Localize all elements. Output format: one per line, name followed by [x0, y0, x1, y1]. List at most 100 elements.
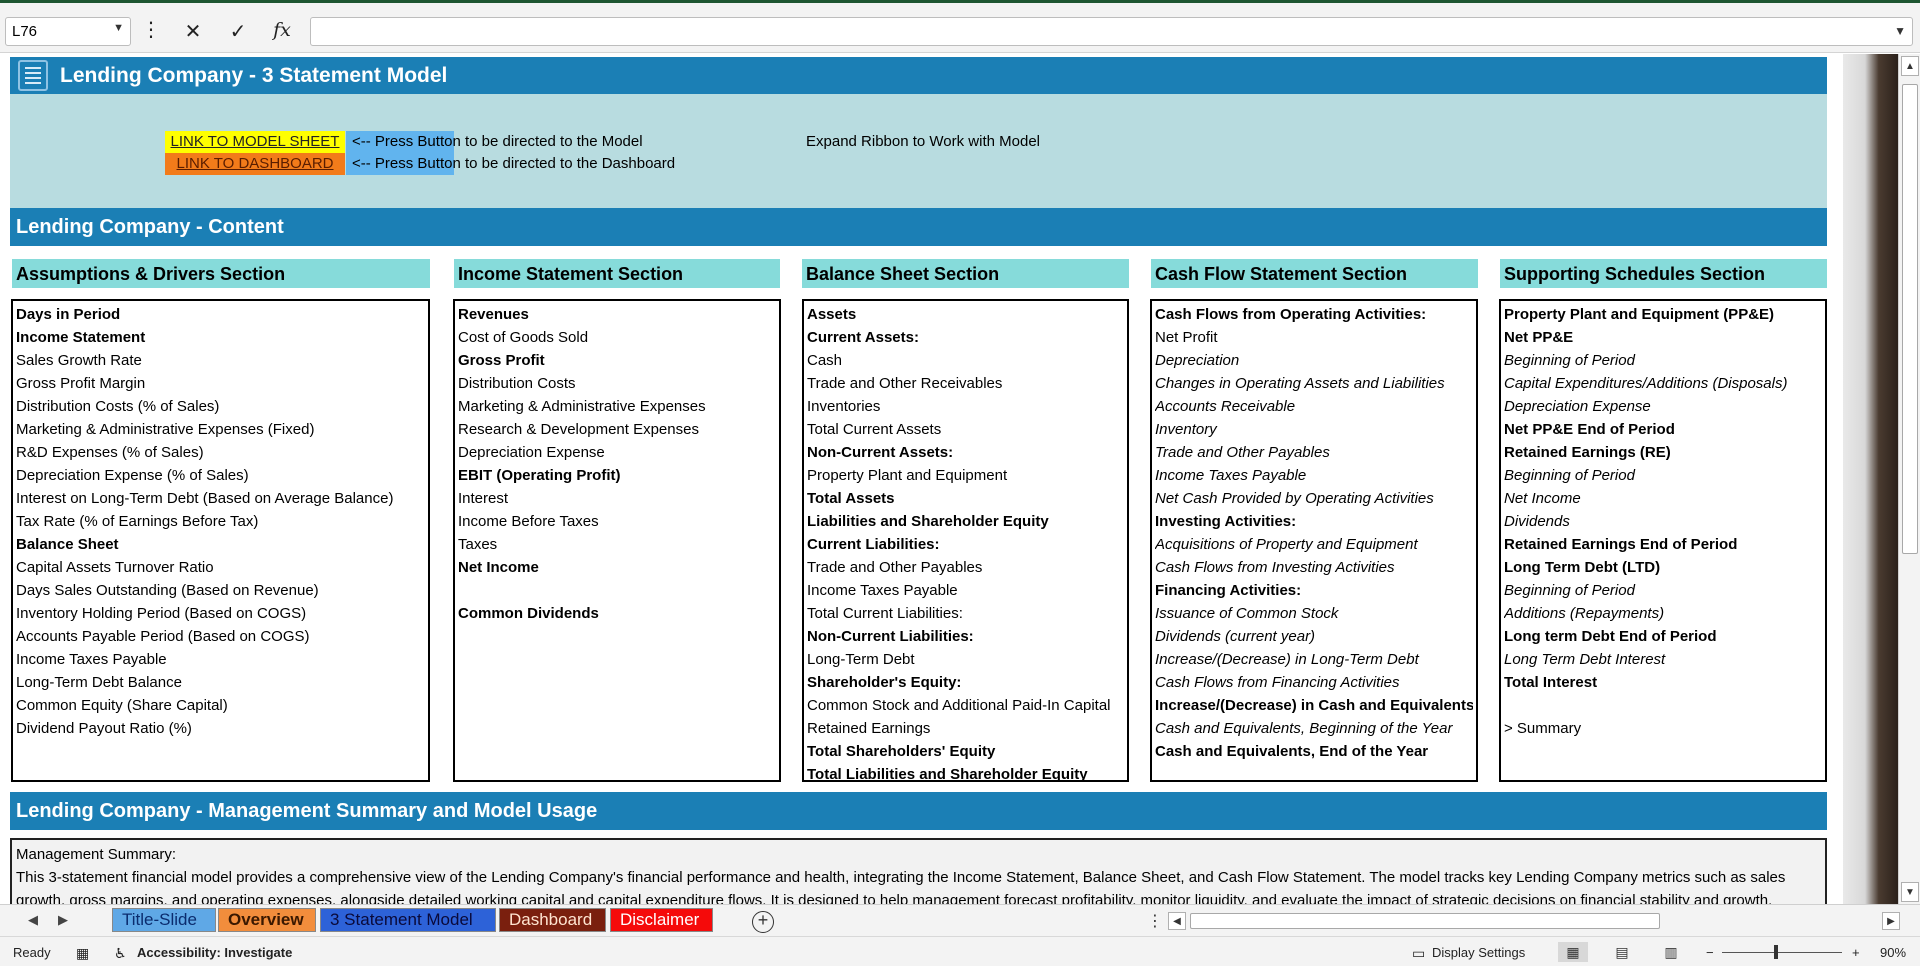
list-item: Accounts Payable Period (Based on COGS): [16, 628, 310, 645]
list-item: Retained Earnings End of Period: [1504, 536, 1738, 553]
horizontal-scroll-thumb[interactable]: [1190, 913, 1660, 929]
more-options-icon[interactable]: ⋮: [138, 17, 164, 42]
list-item: Investing Activities:: [1155, 513, 1297, 530]
list-item: Net Cash Provided by Operating Activitie…: [1155, 490, 1434, 507]
accessibility-icon[interactable]: ♿: [114, 945, 127, 962]
formula-input[interactable]: ▼: [310, 17, 1913, 46]
list-item: Interest: [458, 490, 509, 507]
zoom-slider[interactable]: [1722, 952, 1842, 953]
list-item: Beginning of Period: [1504, 582, 1635, 599]
horizontal-scrollbar[interactable]: ◀ ▶: [1168, 912, 1900, 930]
scroll-down-icon[interactable]: ▼: [1901, 882, 1919, 902]
display-settings-icon[interactable]: ▭: [1412, 945, 1425, 962]
display-settings[interactable]: Display Settings: [1432, 945, 1525, 960]
list-item: > Summary: [1504, 720, 1582, 737]
list-item: Accounts Receivable: [1155, 398, 1296, 415]
list-item: Days in Period: [16, 306, 121, 323]
list-item: Long-Term Debt: [807, 651, 915, 668]
list-item: Liabilities and Shareholder Equity: [807, 513, 1049, 530]
page-layout-icon[interactable]: ▤: [1607, 942, 1637, 962]
vertical-scroll-thumb[interactable]: [1902, 84, 1918, 554]
section-list-balance-sheet: Assets Current Assets: Cash Trade and Other…: [802, 299, 1129, 783]
document-list-icon: [18, 60, 48, 91]
expand-ribbon-note: Expand Ribbon to Work with Model: [806, 133, 1041, 150]
add-sheet-icon[interactable]: +: [752, 911, 774, 933]
zoom-in-button[interactable]: +: [1852, 945, 1860, 960]
normal-view-icon[interactable]: ▦: [1558, 942, 1588, 962]
list-item: EBIT (Operating Profit): [458, 467, 621, 484]
list-item: Net PP&E End of Period: [1504, 421, 1675, 438]
tab-overview[interactable]: Overview: [218, 908, 316, 932]
expand-formula-icon[interactable]: ▼: [1894, 24, 1906, 38]
next-sheet-icon[interactable]: ▶: [58, 912, 68, 928]
tab-3-statement-model[interactable]: 3 Statement Model: [320, 908, 496, 932]
list-item: Current Liabilities:: [807, 536, 940, 553]
scroll-right-icon[interactable]: ▶: [1882, 912, 1900, 930]
list-item: Total Interest: [1504, 674, 1598, 691]
list-item: Additions (Repayments): [1504, 605, 1665, 622]
cancel-icon[interactable]: ✕: [180, 19, 206, 44]
page-break-preview-icon[interactable]: ▥: [1656, 942, 1686, 962]
link-to-model-button[interactable]: LINK TO MODEL SHEET: [165, 131, 345, 153]
tab-title-slide[interactable]: Title-Slide: [112, 908, 216, 932]
section-header-balance-sheet: Balance Sheet Section: [802, 259, 1129, 288]
list-item: Cost of Goods Sold: [458, 329, 589, 346]
list-item: Increase/(Decrease) in Cash and Equivale…: [1155, 697, 1473, 714]
list-item: Interest on Long-Term Debt (Based on Ave…: [16, 490, 394, 507]
list-item: Dividends (current year): [1155, 628, 1316, 645]
list-item: Common Equity (Share Capital): [16, 697, 228, 714]
zoom-slider-handle[interactable]: [1774, 945, 1778, 959]
list-item: Net Income: [1504, 490, 1581, 507]
tab-dashboard[interactable]: Dashboard: [499, 908, 606, 932]
zoom-level[interactable]: 90%: [1880, 945, 1906, 960]
section-list-income-statement: Revenues Cost of Goods Sold Gross Profit Di…: [453, 299, 781, 782]
zoom-out-button[interactable]: −: [1706, 945, 1714, 960]
list-item: Inventory Holding Period (Based on COGS): [16, 605, 307, 622]
list-item: Common Stock and Additional Paid-In Capi…: [807, 697, 1111, 714]
enter-check-icon[interactable]: ✓: [225, 19, 251, 44]
list-item: Beginning of Period: [1504, 467, 1635, 484]
vertical-scrollbar[interactable]: ▲ ▼: [1898, 54, 1920, 904]
list-item: Balance Sheet: [16, 536, 119, 553]
prev-sheet-icon[interactable]: ◀: [28, 912, 38, 928]
macro-record-icon[interactable]: ▦: [76, 945, 89, 962]
list-item: Cash and Equivalents, Beginning of the Y…: [1155, 720, 1453, 737]
list-item: Beginning of Period: [1504, 352, 1635, 369]
list-item: Gross Profit Margin: [16, 375, 146, 392]
list-item: Distribution Costs (% of Sales): [16, 398, 220, 415]
content-title: Lending Company - Content: [16, 216, 284, 238]
insert-function-icon[interactable]: fx: [269, 19, 295, 41]
formula-bar: L76 ▼ ⋮ ✕ ✓ fx ▼: [0, 3, 1920, 53]
section-list-assumptions: Days in Period Income Statement Sales Grow…: [11, 299, 430, 782]
tab-disclaimer[interactable]: Disclaimer: [610, 908, 713, 932]
list-item: Non-Current Liabilities:: [807, 628, 974, 645]
section-list-supporting-schedules: Property Plant and Equipment (PP&E) Net P…: [1499, 299, 1827, 782]
accessibility-status[interactable]: Accessibility: Investigate: [137, 945, 292, 960]
status-ready: Ready: [13, 945, 51, 960]
title-banner: Lending Company - 3 Statement Model: [10, 57, 1827, 94]
list-item: Long Term Debt (LTD): [1504, 559, 1661, 576]
name-box[interactable]: L76 ▼: [5, 17, 131, 46]
worksheet-grid[interactable]: Lending Company - 3 Statement Model LINK…: [0, 54, 1898, 904]
chevron-down-icon[interactable]: ▼: [113, 22, 124, 34]
page-title: Lending Company - 3 Statement Model: [60, 64, 448, 87]
management-summary-text: This 3-statement financial model provide…: [16, 869, 1786, 904]
scroll-up-icon[interactable]: ▲: [1901, 56, 1919, 76]
link-dashboard-hint: <-- Press Button to be directed to the D…: [352, 155, 676, 172]
list-item: Retained Earnings: [807, 720, 931, 737]
list-item: Net Income: [458, 559, 539, 576]
list-item: Changes in Operating Assets and Liabilit…: [1155, 375, 1445, 392]
list-item: [1504, 694, 1822, 717]
list-item: Property Plant and Equipment (PP&E): [1504, 306, 1775, 323]
list-item: Dividend Payout Ratio (%): [16, 720, 192, 737]
scroll-left-icon[interactable]: ◀: [1168, 912, 1186, 930]
list-item: Cash: [807, 352, 843, 369]
list-item: Depreciation: [1155, 352, 1240, 369]
list-item: Net PP&E: [1504, 329, 1574, 346]
section-header-assumptions: Assumptions & Drivers Section: [12, 259, 430, 288]
link-to-dashboard-button[interactable]: LINK TO DASHBOARD: [165, 153, 345, 175]
tab-options-icon[interactable]: ⋮: [1147, 911, 1163, 931]
list-item: Acquisitions of Property and Equipment: [1155, 536, 1418, 553]
list-item: Property Plant and Equipment: [807, 467, 1008, 484]
management-summary-label: Management Summary:: [16, 846, 177, 863]
